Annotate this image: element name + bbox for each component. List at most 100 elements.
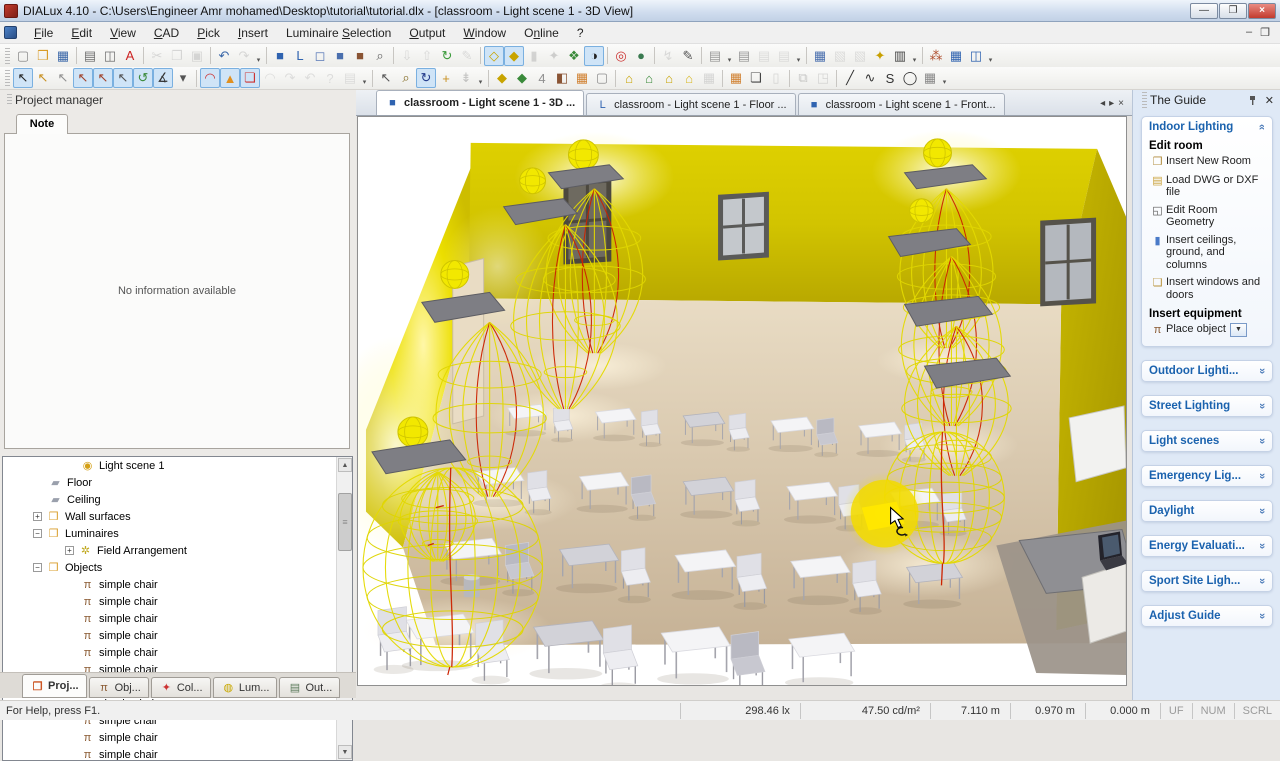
calculator-icon[interactable]: ▦ (810, 46, 830, 66)
save-icon[interactable]: ▦ (53, 46, 73, 66)
guide-section-daylight[interactable]: Daylight» (1141, 500, 1273, 522)
tab-scroll-right-icon[interactable]: ▸ (1109, 98, 1114, 109)
cad-room-icon[interactable]: ■ (330, 46, 350, 66)
board-icon[interactable]: ❏ (746, 68, 766, 88)
cad-brick-icon[interactable]: ■ (350, 46, 370, 66)
select-gray-icon[interactable]: ↖ (53, 68, 73, 88)
tree-expander-icon[interactable]: − (33, 563, 42, 572)
tab-scroll-left-icon[interactable]: ◂ (1100, 98, 1105, 109)
expand-chevron-icon[interactable]: » (1256, 368, 1268, 374)
picture-icon[interactable]: ▦ (572, 68, 592, 88)
menu-view[interactable]: View (101, 24, 145, 42)
particles-icon[interactable]: ⁂ (926, 46, 946, 66)
menu-window[interactable]: Window (454, 24, 515, 42)
document-tab[interactable]: Lclassroom - Light scene 1 - Floor ... (586, 93, 796, 115)
guide-section-emergency-lig-[interactable]: Emergency Lig...» (1141, 465, 1273, 487)
tab-close-icon[interactable]: × (1118, 98, 1124, 109)
cad-plan-icon[interactable]: L (290, 46, 310, 66)
open-icon[interactable]: ❒ (33, 46, 53, 66)
pointer-icon[interactable]: ↖ (376, 68, 396, 88)
expand-chevron-icon[interactable]: » (1256, 508, 1268, 514)
menu-output[interactable]: Output (400, 24, 454, 42)
tab-note[interactable]: Note (16, 114, 68, 134)
polyline-icon[interactable]: ∿ (860, 68, 880, 88)
page-icon[interactable]: ▢ (592, 68, 612, 88)
false-colors-icon[interactable]: ❖ (564, 46, 584, 66)
daylight-globe-icon[interactable]: ● (631, 46, 651, 66)
document-tab[interactable]: ■ classroom - Light scene 1 - 3D ... (376, 90, 585, 115)
spline-icon[interactable]: S (880, 68, 900, 88)
menu-luminaire-selection[interactable]: Luminaire Selection (277, 24, 400, 42)
curve-icon[interactable]: ◑ (584, 45, 604, 66)
guide-item-place-object[interactable]: π Place object ▼ (1149, 323, 1265, 337)
undo-icon[interactable]: ↶ (214, 46, 234, 66)
table1-icon[interactable]: ▤ (705, 46, 725, 66)
tree-item-objects[interactable]: − ❒ Objects (3, 559, 352, 576)
tree-item-simple-chair[interactable]: π simple chair (3, 593, 352, 610)
select-all-icon[interactable]: ↖ (113, 68, 133, 88)
panel-tab-objects[interactable]: π Obj... (88, 677, 149, 698)
scroll-up-icon[interactable]: ▲ (338, 458, 352, 472)
guide-item-load-dwg-or-dxf-file[interactable]: ▤ Load DWG or DXF file (1149, 174, 1265, 199)
tree-item-wall-surfaces[interactable]: + ❒ Wall surfaces (3, 508, 352, 525)
guide-close-icon[interactable]: ✕ (1265, 94, 1274, 107)
expand-chevron-icon[interactable]: » (1256, 438, 1268, 444)
room-brown-icon[interactable]: ◧ (552, 68, 572, 88)
tree-item-light-scene-1[interactable]: ◉ Light scene 1 (3, 457, 352, 474)
select-more-icon[interactable]: ▾ (173, 68, 193, 88)
guide-item-insert-ceilings-ground-and-c[interactable]: ▮ Insert ceilings, ground, and columns (1149, 234, 1265, 272)
collapse-chevron-icon[interactable]: » (1256, 124, 1268, 130)
menu-?[interactable]: ? (568, 24, 593, 42)
tree-item-ceiling[interactable]: ▰ Ceiling (3, 491, 352, 508)
tree-item-simple-chair[interactable]: π simple chair (3, 746, 352, 761)
guide-item-insert-new-room[interactable]: ❒ Insert New Room (1149, 155, 1265, 169)
guide-section-adjust-guide[interactable]: Adjust Guide» (1141, 605, 1273, 627)
table4-icon-dropdown[interactable]: ▾ (794, 46, 803, 66)
expand-chevron-icon[interactable]: » (1256, 543, 1268, 549)
tree-item-simple-chair[interactable]: π simple chair (3, 576, 352, 593)
redo-icon-dropdown[interactable]: ▾ (254, 46, 263, 66)
output-film-icon[interactable]: ▥ (890, 46, 910, 66)
protractor-icon[interactable]: ◠ (200, 68, 220, 88)
zoom-region-icon[interactable]: ⌕ (370, 46, 390, 66)
zoom-icon[interactable]: ⌕ (396, 68, 416, 88)
guide-section-street-lighting[interactable]: Street Lighting» (1141, 395, 1273, 417)
select-room-icon[interactable]: ↖ (13, 68, 33, 88)
menu-pick[interactable]: Pick (188, 24, 229, 42)
guide-section-sport-site-ligh-[interactable]: Sport Site Ligh...» (1141, 570, 1273, 592)
pan-icon[interactable]: + (436, 68, 456, 88)
warning-icon[interactable]: ▲ (220, 68, 240, 88)
room-gray-icon[interactable]: 4 (532, 68, 552, 88)
wall-green-icon[interactable]: ⌂ (639, 68, 659, 88)
window-insert-icon[interactable]: ▦ (726, 68, 746, 88)
print-view-icon-dropdown[interactable]: ▾ (360, 68, 369, 88)
cad-box-icon[interactable]: ◻ (310, 46, 330, 66)
line-icon[interactable]: ╱ (840, 68, 860, 88)
refresh-icon[interactable]: ↻ (437, 46, 457, 66)
print-icon[interactable]: ▤ (80, 46, 100, 66)
table2-icon[interactable]: ▤ (734, 46, 754, 66)
expand-chevron-icon[interactable]: » (1256, 473, 1268, 479)
scroll-thumb[interactable] (338, 493, 352, 551)
guide-section-outdoor-lighti-[interactable]: Outdoor Lighti...» (1141, 360, 1273, 382)
guide-section-energy-evaluati-[interactable]: Energy Evaluati...» (1141, 535, 1273, 557)
new-icon[interactable]: ▢ (13, 46, 33, 66)
guide-item-edit-room-geometry[interactable]: ◱ Edit Room Geometry (1149, 204, 1265, 229)
table1-icon-dropdown[interactable]: ▾ (725, 46, 734, 66)
guide-section-title[interactable]: Indoor Lighting» (1149, 121, 1268, 133)
wall-gold-icon[interactable]: ⌂ (679, 68, 699, 88)
zoom-select-icon[interactable]: ↺ (133, 68, 153, 88)
room-3d-icon[interactable]: ◆ (492, 68, 512, 88)
panel-tab-luminaires[interactable]: ◍ Lum... (212, 677, 278, 698)
menu-cad[interactable]: CAD (145, 24, 188, 42)
tree-item-simple-chair[interactable]: π simple chair (3, 610, 352, 627)
guide-item-insert-windows-and-doors[interactable]: ❏ Insert windows and doors (1149, 276, 1265, 301)
tree-item-simple-chair[interactable]: π simple chair (3, 644, 352, 661)
document-tab[interactable]: ■ classroom - Light scene 1 - Front... (797, 93, 1005, 115)
menu-insert[interactable]: Insert (229, 24, 277, 42)
orbit-icon[interactable]: ↻ (416, 68, 436, 88)
panel-tab-colours[interactable]: ✦ Col... (150, 677, 211, 698)
3d-viewport[interactable] (357, 116, 1127, 686)
tree-expander-icon[interactable]: − (33, 529, 42, 538)
columns-view-icon[interactable]: ◫ (966, 46, 986, 66)
